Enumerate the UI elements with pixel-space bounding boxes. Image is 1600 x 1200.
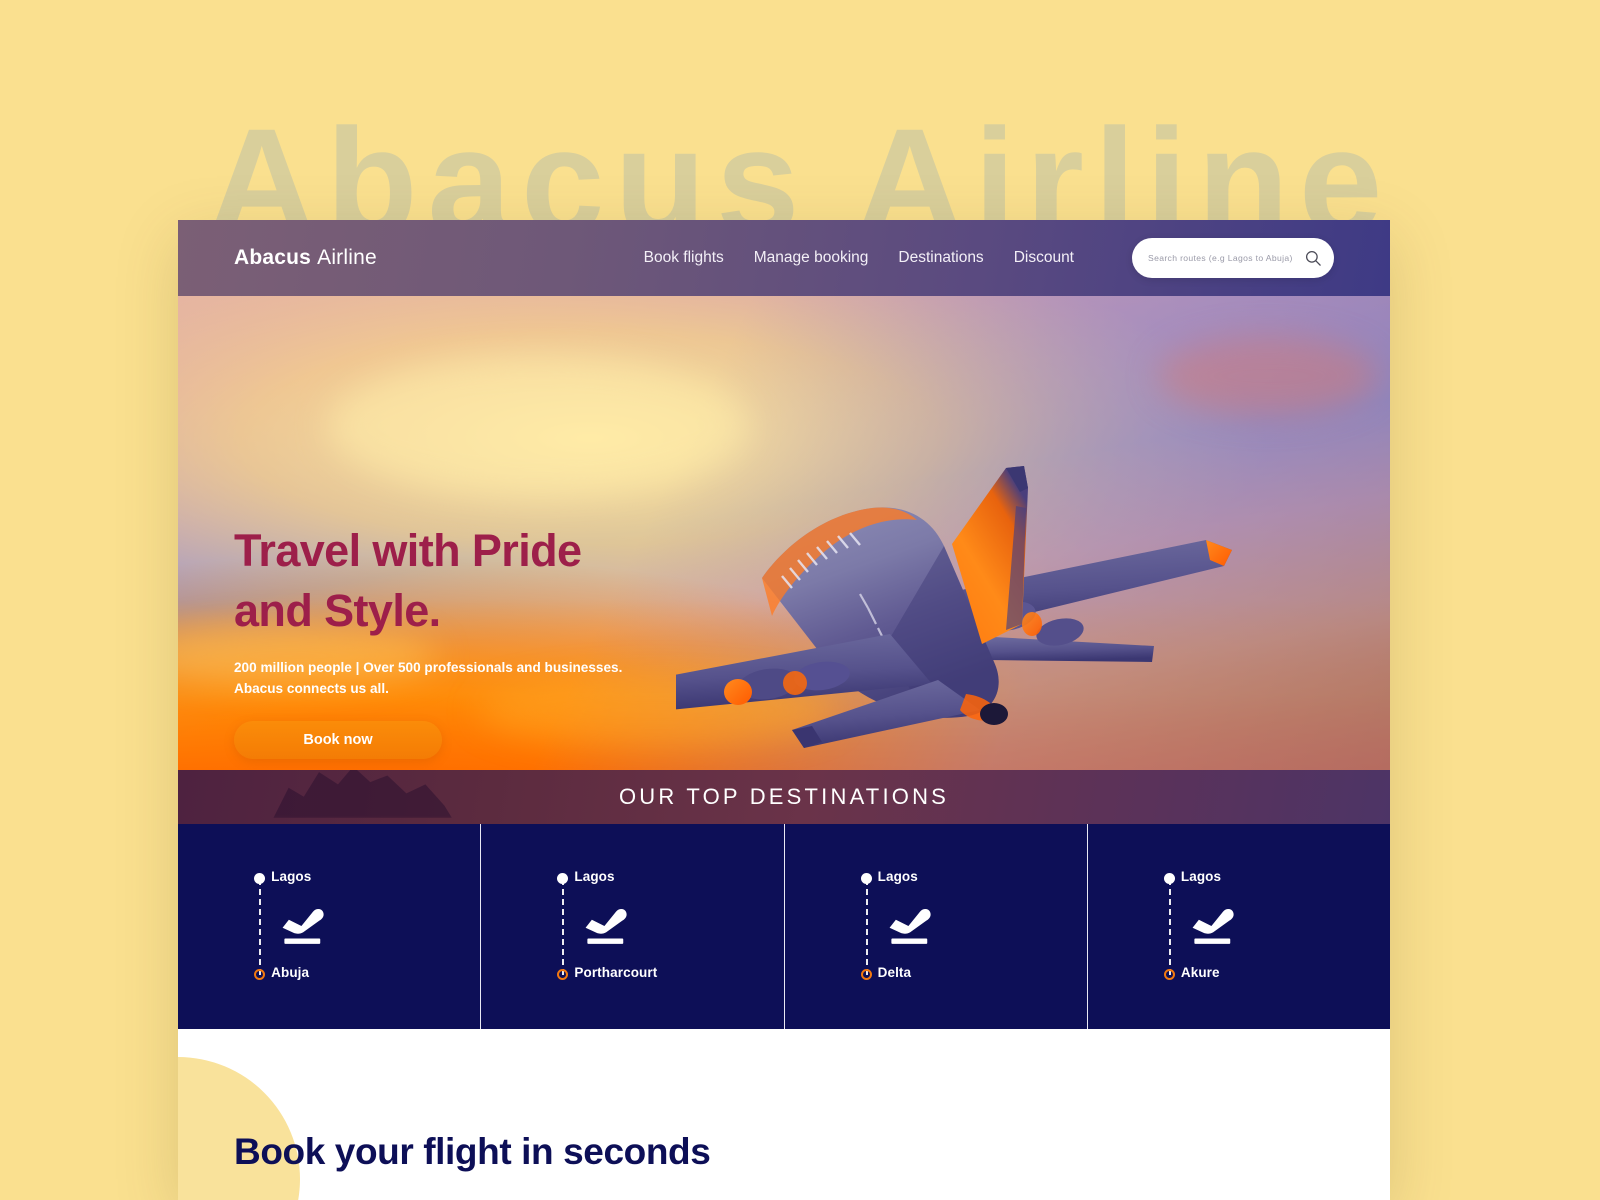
route-origin-label: Lagos — [574, 868, 615, 884]
nav-item-destinations[interactable]: Destinations — [898, 249, 983, 267]
hero-title: Travel with Pride and Style. — [234, 521, 704, 641]
plane-landing-icon — [579, 900, 637, 952]
route-graphic: Lagos Abuja — [254, 868, 404, 986]
destination-marker-icon — [1163, 968, 1175, 980]
route-origin-label: Lagos — [877, 868, 918, 884]
hero-section: Travel with Pride and Style. 200 million… — [178, 296, 1390, 770]
route-graphic: Lagos Akure — [1163, 868, 1314, 986]
plane-landing-icon — [1186, 900, 1244, 952]
route-destination-label: Abuja — [271, 964, 310, 980]
hero-copy: Travel with Pride and Style. 200 million… — [234, 521, 704, 759]
route-destination-label: Portharcourt — [574, 964, 658, 980]
hero-title-line-1: Travel with Pride — [234, 525, 582, 576]
nav-item-book-flights[interactable]: Book flights — [644, 249, 724, 267]
hero-subtitle: 200 million people | Over 500 profession… — [234, 657, 634, 699]
origin-marker-icon — [557, 872, 569, 884]
origin-marker-icon — [860, 872, 872, 884]
destinations-grid: Lagos Abuja Lagos Portharcourt Lagos Del… — [178, 824, 1390, 1029]
hero-title-line-2: and Style. — [234, 584, 441, 636]
decorative-yellow-circle — [178, 1057, 300, 1200]
booking-section: Book your flight in seconds — [178, 1029, 1390, 1200]
site-navbar: Abacus Airline Book flights Manage booki… — [178, 220, 1390, 296]
destination-card-portharcourt[interactable]: Lagos Portharcourt — [480, 824, 783, 1029]
book-now-button[interactable]: Book now — [234, 720, 442, 759]
route-graphic: Lagos Portharcourt — [557, 868, 707, 986]
hero-subtitle-line-2: Abacus connects us all. — [234, 680, 389, 696]
route-origin-label: Lagos — [271, 868, 312, 884]
destination-marker-icon — [254, 968, 266, 980]
primary-navigation: Book flights Manage booking Destinations… — [644, 249, 1074, 267]
destination-card-delta[interactable]: Lagos Delta — [783, 824, 1087, 1029]
route-dashed-line — [562, 878, 565, 975]
brand-name-secondary: Airline — [317, 246, 377, 269]
top-destinations-title: OUR TOP DESTINATIONS — [618, 784, 950, 809]
nav-item-manage-booking[interactable]: Manage booking — [754, 249, 869, 267]
route-origin-label: Lagos — [1180, 868, 1222, 884]
nav-item-discount[interactable]: Discount — [1014, 249, 1074, 267]
route-graphic: Lagos Delta — [860, 868, 1011, 986]
search-input[interactable] — [1148, 253, 1304, 263]
route-dashed-line — [865, 878, 868, 975]
destination-card-abuja[interactable]: Lagos Abuja — [178, 824, 480, 1029]
destination-marker-icon — [557, 968, 569, 980]
route-dashed-line — [1168, 878, 1171, 975]
destination-card-akure[interactable]: Lagos Akure — [1086, 824, 1390, 1029]
destination-marker-icon — [860, 968, 872, 980]
plane-landing-icon — [883, 900, 941, 952]
booking-section-title: Book your flight in seconds — [234, 1131, 711, 1172]
origin-marker-icon — [254, 872, 266, 884]
brand-logo[interactable]: Abacus Airline — [234, 246, 377, 270]
search-icon[interactable] — [1304, 249, 1322, 267]
top-destinations-banner: OUR TOP DESTINATIONS — [178, 770, 1390, 824]
origin-marker-icon — [1163, 872, 1175, 884]
route-destination-label: Delta — [877, 964, 912, 980]
search-bar[interactable] — [1132, 238, 1334, 278]
brand-name-primary: Abacus — [234, 246, 312, 269]
route-destination-label: Akure — [1180, 964, 1220, 980]
website-mockup-card: Abacus Airline Book flights Manage booki… — [178, 220, 1390, 1200]
route-dashed-line — [259, 878, 262, 975]
hero-subtitle-line-1: 200 million people | Over 500 profession… — [234, 659, 623, 675]
plane-landing-icon — [276, 900, 334, 952]
banner-silhouette-decoration — [273, 770, 452, 818]
